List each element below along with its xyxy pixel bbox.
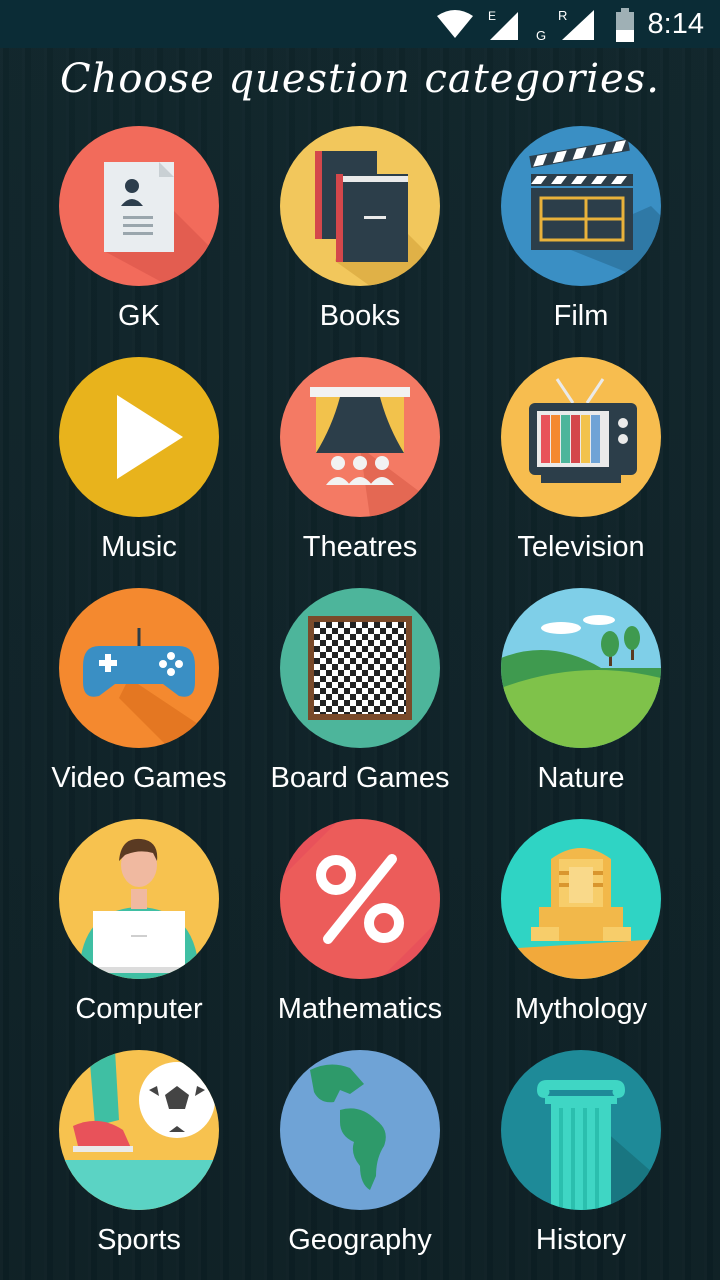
category-history[interactable]: History <box>471 1050 691 1270</box>
category-label: Books <box>319 300 401 332</box>
clapperboard-icon <box>529 138 661 286</box>
category-theatres[interactable]: Theatres <box>250 357 470 577</box>
person-laptop-icon <box>79 838 199 979</box>
category-label: Board Games <box>270 762 450 794</box>
sphinx-icon <box>501 848 661 979</box>
status-bar: E G R 8:14 <box>0 0 720 48</box>
category-geography[interactable]: Geography <box>250 1050 470 1270</box>
category-mathematics[interactable]: Mathematics <box>250 819 470 1039</box>
battery-icon <box>616 8 634 42</box>
category-label: Mathematics <box>277 993 443 1025</box>
play-icon <box>117 395 183 479</box>
category-label: Computer <box>75 993 203 1025</box>
category-label: Geography <box>288 1224 432 1256</box>
column-icon <box>537 1080 661 1210</box>
signal-e-icon: E <box>488 9 518 40</box>
category-label: Film <box>553 300 609 332</box>
percent-icon <box>280 819 440 979</box>
svg-text:E: E <box>488 9 496 23</box>
category-video-games[interactable]: Video Games <box>29 588 249 808</box>
books-icon <box>315 151 440 286</box>
category-mythology[interactable]: Mythology <box>471 819 691 1039</box>
category-board-games[interactable]: Board Games <box>250 588 470 808</box>
category-books[interactable]: Books <box>250 126 470 346</box>
svg-text:G: G <box>536 28 546 43</box>
theatre-stage-icon <box>310 387 440 517</box>
category-sports[interactable]: Sports <box>29 1050 249 1270</box>
category-gk[interactable]: GK <box>29 126 249 346</box>
signal-g-icon: G R <box>536 8 594 43</box>
category-label: Mythology <box>514 993 648 1025</box>
category-label: Nature <box>537 762 625 794</box>
category-label: Theatres <box>302 531 418 563</box>
category-label: Television <box>517 531 645 563</box>
gamepad-icon <box>83 628 219 748</box>
category-film[interactable]: Film <box>471 126 691 346</box>
category-label: Video Games <box>51 762 227 794</box>
category-nature[interactable]: Nature <box>471 588 691 808</box>
globe-icon <box>310 1064 386 1190</box>
category-label: Music <box>101 531 177 563</box>
category-music[interactable]: Music <box>29 357 249 577</box>
category-computer[interactable]: Computer <box>29 819 249 1039</box>
profile-document-icon <box>104 162 219 286</box>
category-label: History <box>535 1224 627 1256</box>
page-title: Choose question categories. <box>60 56 660 102</box>
status-time: 8:14 <box>647 8 704 40</box>
television-icon <box>529 378 637 483</box>
wifi-icon <box>437 10 473 38</box>
landscape-icon <box>501 615 661 748</box>
svg-text:R: R <box>558 8 567 23</box>
football-kick-icon <box>59 1050 219 1210</box>
chessboard-icon <box>308 616 412 720</box>
category-label: GK <box>118 300 160 332</box>
category-label: Sports <box>97 1224 181 1256</box>
category-television[interactable]: Television <box>471 357 691 577</box>
